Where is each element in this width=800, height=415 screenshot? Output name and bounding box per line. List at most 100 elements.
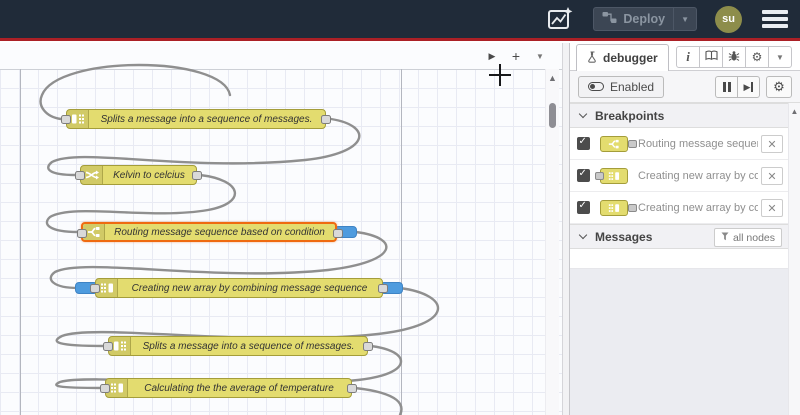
canvas-scrollbar-thumb[interactable] [549,103,556,128]
gear-icon: ⚙ [751,50,763,64]
workspace-tab-toolbar: ▶ + ▼ [484,48,548,64]
export-chart-icon[interactable] [545,6,575,32]
input-port[interactable] [75,170,85,180]
switch-node-icon [596,135,637,153]
breakpoint-row: Routing message sequence ba ✕ [570,128,788,160]
output-port[interactable] [333,228,343,238]
node-label: Splits a message into a sequence of mess… [142,340,355,352]
breakpoint-label: Routing message sequence ba [638,138,758,150]
flow-node[interactable]: Creating new array by combining message … [90,278,388,298]
output-port[interactable] [192,170,202,180]
main-menu-button[interactable] [760,6,790,32]
deploy-label: Deploy [623,12,666,26]
input-port[interactable] [90,283,100,293]
output-port[interactable] [378,283,388,293]
node-red-window: Deploy ▼ su Splits a message into a sequ… [0,0,800,415]
breakpoint-row: Creating new array by combini ✕ [570,160,788,192]
flow-node[interactable]: Kelvin to celcius [75,165,202,185]
step-button[interactable]: ▶ [737,76,760,98]
breakpoint-row: Creating new array by combini ✕ [570,192,788,224]
deploy-options-caret[interactable]: ▼ [673,8,696,30]
right-port-icon [628,204,637,212]
remove-breakpoint-button[interactable]: ✕ [761,167,783,185]
message-list-empty [570,250,788,269]
scroll-up-icon[interactable]: ▲ [789,103,800,116]
enabled-toggle-button[interactable]: Enabled [578,75,665,98]
join-node-icon [595,167,636,185]
user-avatar[interactable]: su [715,5,742,33]
right-port-icon [628,140,637,148]
breakpoint-checkbox[interactable] [577,168,590,182]
chevron-down-icon: ▼ [776,52,784,62]
deploy-button[interactable]: Deploy ▼ [593,7,697,31]
canvas-scrollbar[interactable]: ▲ [545,69,559,415]
debugger-toolbar: Enabled ▶ ⚙ [570,71,800,103]
breakpoint-label: Creating new array by combini [638,202,758,214]
funnel-icon [721,232,729,244]
info-icon: i [686,49,690,64]
hamburger-icon [762,10,788,14]
header-bar: Deploy ▼ su [0,0,800,41]
sidebar-splitter[interactable] [562,43,570,415]
sidebar-scrollbar[interactable]: ▲ [788,103,800,415]
filter-label: all nodes [732,231,775,244]
input-port[interactable] [77,228,87,238]
output-port[interactable] [363,341,373,351]
breakpoint-checkbox[interactable] [577,200,590,214]
flow-node[interactable]: Routing message sequence based on condit… [77,222,343,242]
input-port[interactable] [100,383,110,393]
tab-debugger[interactable]: debugger [576,44,669,71]
chevron-down-icon [578,230,588,240]
tab-debugger-label: debugger [603,51,658,65]
node-label: Splits a message into a sequence of mess… [100,113,313,125]
node-label: Kelvin to celcius [113,169,185,181]
play-icon[interactable]: ▶ [484,48,500,64]
flow-node[interactable]: Splits a message into a sequence of mess… [103,336,373,356]
flow-node[interactable]: Splits a message into a sequence of mess… [61,109,331,129]
message-filter-button[interactable]: all nodes [713,228,782,247]
debugger-settings-button[interactable]: ⚙ [766,76,792,98]
deploy-node-icon [602,11,617,27]
remove-breakpoint-button[interactable]: ✕ [761,199,783,217]
left-port-icon [595,172,604,180]
wire[interactable] [353,386,403,415]
breakpoint-checkbox[interactable] [577,136,590,150]
sidebar-tabbar: debugger i ⚙ ▼ [570,43,800,71]
debug-sidebar: debugger i ⚙ ▼ Enabled ▶ ⚙ Breakpoints ✓… [570,43,800,415]
help-tab-button[interactable] [699,46,723,68]
toggle-icon [588,82,604,91]
node-label: Calculating the the average of temperatu… [144,382,334,394]
book-icon [704,50,718,64]
input-port[interactable] [61,114,71,124]
step-over-icon: ▶ [744,82,754,93]
flask-icon [587,50,598,66]
breakpoint-label: Creating new array by combini [638,170,758,182]
debug-tab-button[interactable] [722,46,746,68]
gear-icon: ⚙ [773,79,785,94]
settings-tab-button[interactable]: ⚙ [745,46,769,68]
join-node-icon [596,199,637,217]
remove-breakpoint-button[interactable]: ✕ [761,135,783,153]
pause-button[interactable] [715,76,738,98]
node-label: Routing message sequence based on condit… [114,226,325,238]
info-tab-button[interactable]: i [676,46,700,68]
node-label: Creating new array by combining message … [131,282,368,294]
enabled-label: Enabled [610,79,655,94]
plus-icon[interactable]: + [508,48,524,64]
bug-icon [728,50,740,65]
pause-icon [722,82,731,92]
output-port[interactable] [347,383,357,393]
messages-title: Messages [595,229,653,244]
messages-section-header[interactable]: Messages all nodes [570,224,788,249]
input-port[interactable] [103,341,113,351]
breakpoints-title: Breakpoints [595,108,665,123]
chevron-down-icon[interactable]: ▼ [532,48,548,64]
scroll-up-icon[interactable]: ▲ [546,69,559,83]
breakpoints-section-header[interactable]: Breakpoints [570,103,788,128]
output-port[interactable] [321,114,331,124]
flow-canvas[interactable]: Splits a message into a sequence of mess… [0,43,562,415]
sidebar-more-tabs-button[interactable]: ▼ [768,46,792,68]
sidebar-background [570,269,788,415]
flow-node[interactable]: Calculating the the average of temperatu… [100,378,357,398]
chevron-down-icon [578,109,588,119]
